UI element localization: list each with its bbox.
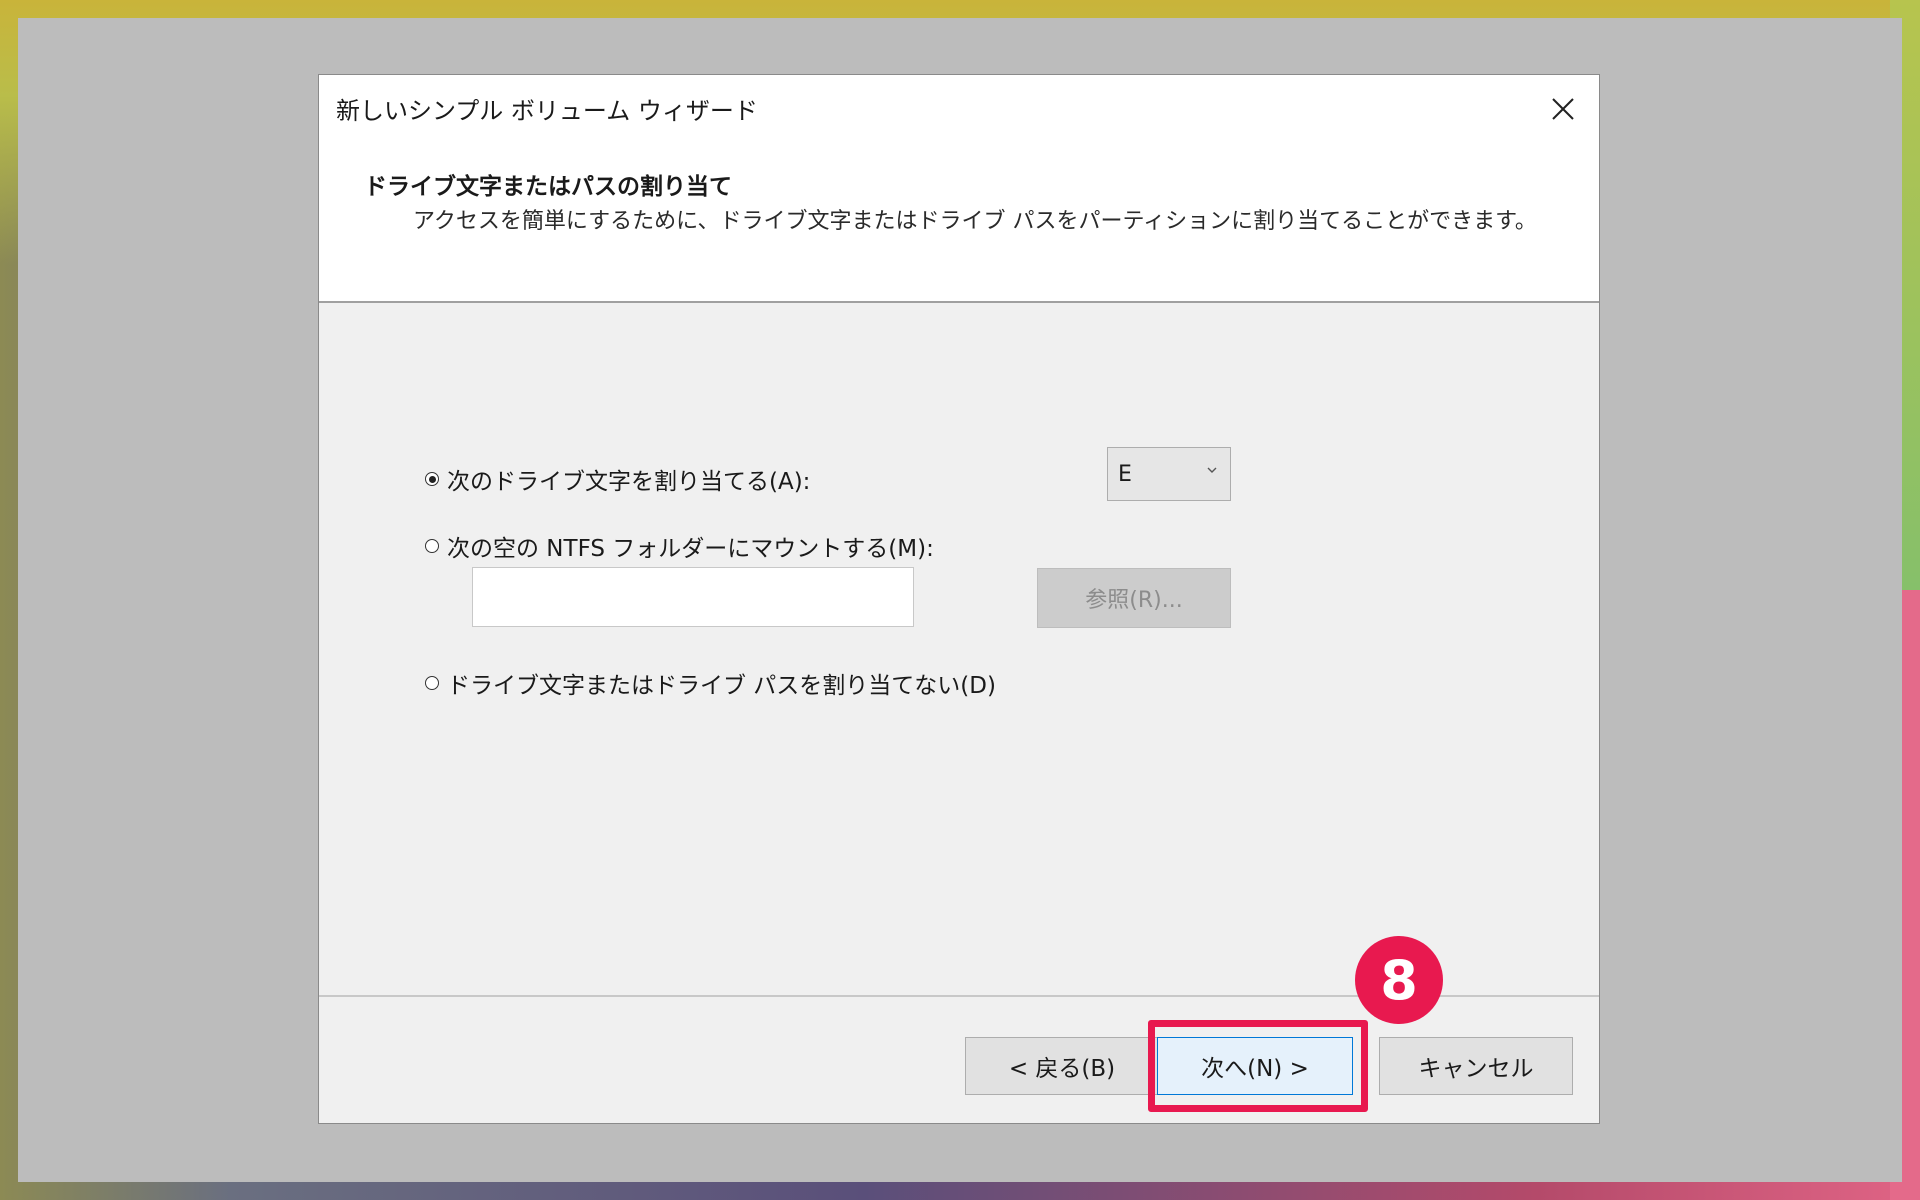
- browse-button[interactable]: 参照(R)...: [1037, 568, 1231, 628]
- radio-button[interactable]: [425, 539, 439, 553]
- step-number-badge: 8: [1355, 936, 1443, 1024]
- drive-letter-value: E: [1118, 461, 1132, 487]
- radio-button[interactable]: [425, 676, 439, 690]
- close-button[interactable]: [1539, 85, 1587, 133]
- radio-label-no-assign: ドライブ文字またはドライブ パスを割り当てない(D): [447, 673, 996, 699]
- section-title: ドライブ文字またはパスの割り当て: [364, 174, 732, 200]
- drive-letter-select[interactable]: E: [1107, 447, 1231, 501]
- back-button[interactable]: < 戻る(B): [965, 1037, 1159, 1095]
- radio-mount-ntfs-folder[interactable]: 次の空の NTFS フォルダーにマウントする(M):: [425, 529, 934, 563]
- dialog-header: 新しいシンプル ボリューム ウィザード ドライブ文字またはパスの割り当て アクセ…: [319, 75, 1599, 303]
- folder-path-input[interactable]: [472, 567, 914, 627]
- close-icon: [1552, 98, 1574, 120]
- radio-no-assign[interactable]: ドライブ文字またはドライブ パスを割り当てない(D): [425, 666, 996, 700]
- chevron-down-icon: [1207, 467, 1217, 473]
- radio-button-selected[interactable]: [425, 472, 439, 486]
- dialog-title: 新しいシンプル ボリューム ウィザード: [336, 97, 758, 125]
- highlight-box: [1148, 1020, 1368, 1112]
- cancel-button[interactable]: キャンセル: [1379, 1037, 1573, 1095]
- section-description: アクセスを簡単にするために、ドライブ文字またはドライブ パスをパーティションに割…: [413, 209, 1537, 234]
- radio-label-assign-drive-letter: 次のドライブ文字を割り当てる(A):: [447, 469, 811, 495]
- radio-label-mount-ntfs-folder: 次の空の NTFS フォルダーにマウントする(M):: [447, 536, 934, 562]
- radio-assign-drive-letter[interactable]: 次のドライブ文字を割り当てる(A):: [425, 462, 810, 496]
